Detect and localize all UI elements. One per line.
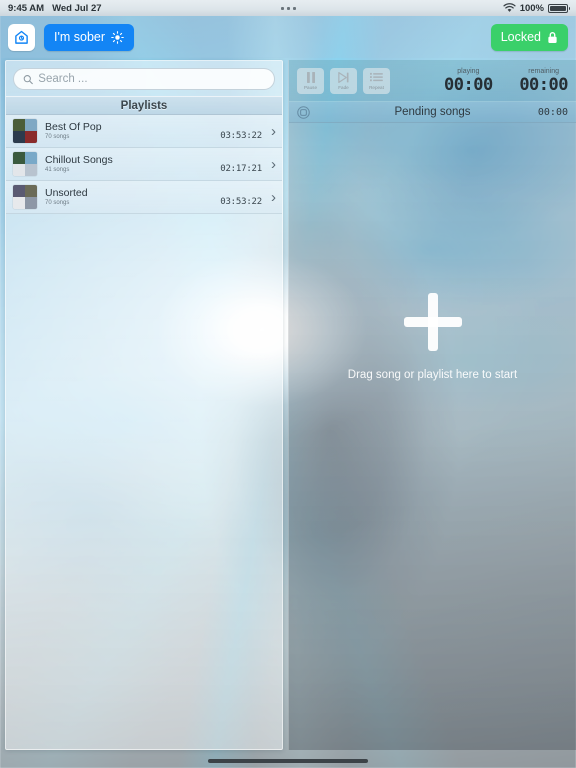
playlist-row-right: 02:17:21 › xyxy=(220,154,276,175)
pause-icon xyxy=(305,71,317,85)
search-input[interactable] xyxy=(38,73,265,85)
battery-percent-label: 100% xyxy=(519,2,544,14)
playlist-text: Chillout Songs 41 songs xyxy=(45,154,113,175)
im-sober-label: I'm sober xyxy=(54,30,106,44)
transport-bar: Pause Fade Repeat playing 00:00 remainin… xyxy=(289,60,576,102)
search-box[interactable] xyxy=(13,68,275,90)
playlist-song-count: 70 songs xyxy=(45,133,70,140)
wifi-icon xyxy=(503,3,516,12)
search-container xyxy=(6,61,282,96)
pending-songs-time: 00:00 xyxy=(537,106,568,118)
ipad-screen: 9:45 AM Wed Jul 27 100% I'm sober Locked… xyxy=(0,0,576,768)
playlist-list: Best Of Pop 70 songs 03:53:22 › Chillout Son… xyxy=(6,115,282,214)
fade-button[interactable]: Fade xyxy=(330,67,357,94)
playlist-row-right: 03:53:22 › xyxy=(220,187,276,208)
playlist-text: Unsorted 70 songs xyxy=(45,187,88,208)
remaining-timer: remaining 00:00 xyxy=(519,67,568,95)
lock-button[interactable]: Locked xyxy=(490,23,568,51)
playing-timer-value: 00:00 xyxy=(444,74,493,95)
lock-label: Locked xyxy=(500,30,541,44)
drop-zone-text: Drag song or playlist here to start xyxy=(347,368,518,381)
status-bar-time: 9:45 AM xyxy=(8,2,45,14)
chevron-right-icon[interactable]: › xyxy=(271,190,276,205)
status-bar-date: Wed Jul 27 xyxy=(52,2,102,14)
playlist-artwork xyxy=(13,185,37,209)
playlist-song-count: 70 songs xyxy=(45,199,70,206)
chevron-right-icon[interactable]: › xyxy=(271,124,276,139)
repeat-label: Repeat xyxy=(369,84,384,90)
home-icon xyxy=(15,30,28,44)
playlist-name: Unsorted xyxy=(45,186,88,199)
pause-label: Pause xyxy=(303,84,318,90)
fade-next-icon xyxy=(337,71,350,85)
drop-zone[interactable]: Drag song or playlist here to start xyxy=(289,123,576,750)
playlist-text: Best Of Pop 70 songs xyxy=(45,121,102,142)
repeat-list-icon xyxy=(370,71,383,85)
playlist-duration: 03:53:22 xyxy=(220,131,262,141)
sun-icon xyxy=(111,30,124,44)
playlist-row-right: 03:53:22 › xyxy=(220,121,276,142)
plus-icon xyxy=(403,292,462,351)
player-panel: Pause Fade Repeat playing 00:00 remainin… xyxy=(288,60,576,750)
playlist-row[interactable]: Chillout Songs 41 songs 02:17:21 › xyxy=(6,148,282,181)
playlist-name: Best Of Pop xyxy=(45,120,102,133)
pause-button[interactable]: Pause xyxy=(297,67,324,94)
playlist-artwork xyxy=(13,152,37,176)
fade-label: Fade xyxy=(338,84,349,90)
home-button[interactable] xyxy=(8,23,35,51)
playlist-artwork xyxy=(13,119,37,143)
playing-timer: playing 00:00 xyxy=(444,67,493,95)
playlist-name: Chillout Songs xyxy=(45,153,113,166)
playlist-row[interactable]: Best Of Pop 70 songs 03:53:22 › xyxy=(6,115,282,148)
circle-settings-icon[interactable] xyxy=(297,105,310,119)
pending-songs-header: Pending songs 00:00 xyxy=(289,102,576,123)
im-sober-button[interactable]: I'm sober xyxy=(44,23,135,51)
ios-status-bar: 9:45 AM Wed Jul 27 100% xyxy=(0,0,576,16)
playlist-duration: 02:17:21 xyxy=(220,164,262,174)
chevron-right-icon[interactable]: › xyxy=(271,157,276,172)
repeat-button[interactable]: Repeat xyxy=(363,67,390,94)
playlists-panel: Playlists Best Of Pop70 songs03:53:22›Ch… xyxy=(5,60,283,750)
status-bar-left: 9:45 AM Wed Jul 27 xyxy=(8,3,102,14)
remaining-timer-value: 00:00 xyxy=(519,74,568,95)
lock-closed-icon xyxy=(548,31,557,43)
playlists-section-header: Playlists xyxy=(6,96,282,115)
playlist-row[interactable]: Unsorted 70 songs 03:53:22 › xyxy=(6,181,282,214)
pending-songs-title: Pending songs xyxy=(394,106,471,118)
app-toolbar: I'm sober Locked xyxy=(0,16,576,58)
playlist-song-count: 41 songs xyxy=(45,166,70,173)
battery-full-icon xyxy=(548,3,570,13)
search-icon xyxy=(23,74,33,84)
home-indicator[interactable] xyxy=(208,759,368,763)
status-bar-right: 100% xyxy=(503,2,570,14)
playlist-duration: 03:53:22 xyxy=(220,197,262,207)
